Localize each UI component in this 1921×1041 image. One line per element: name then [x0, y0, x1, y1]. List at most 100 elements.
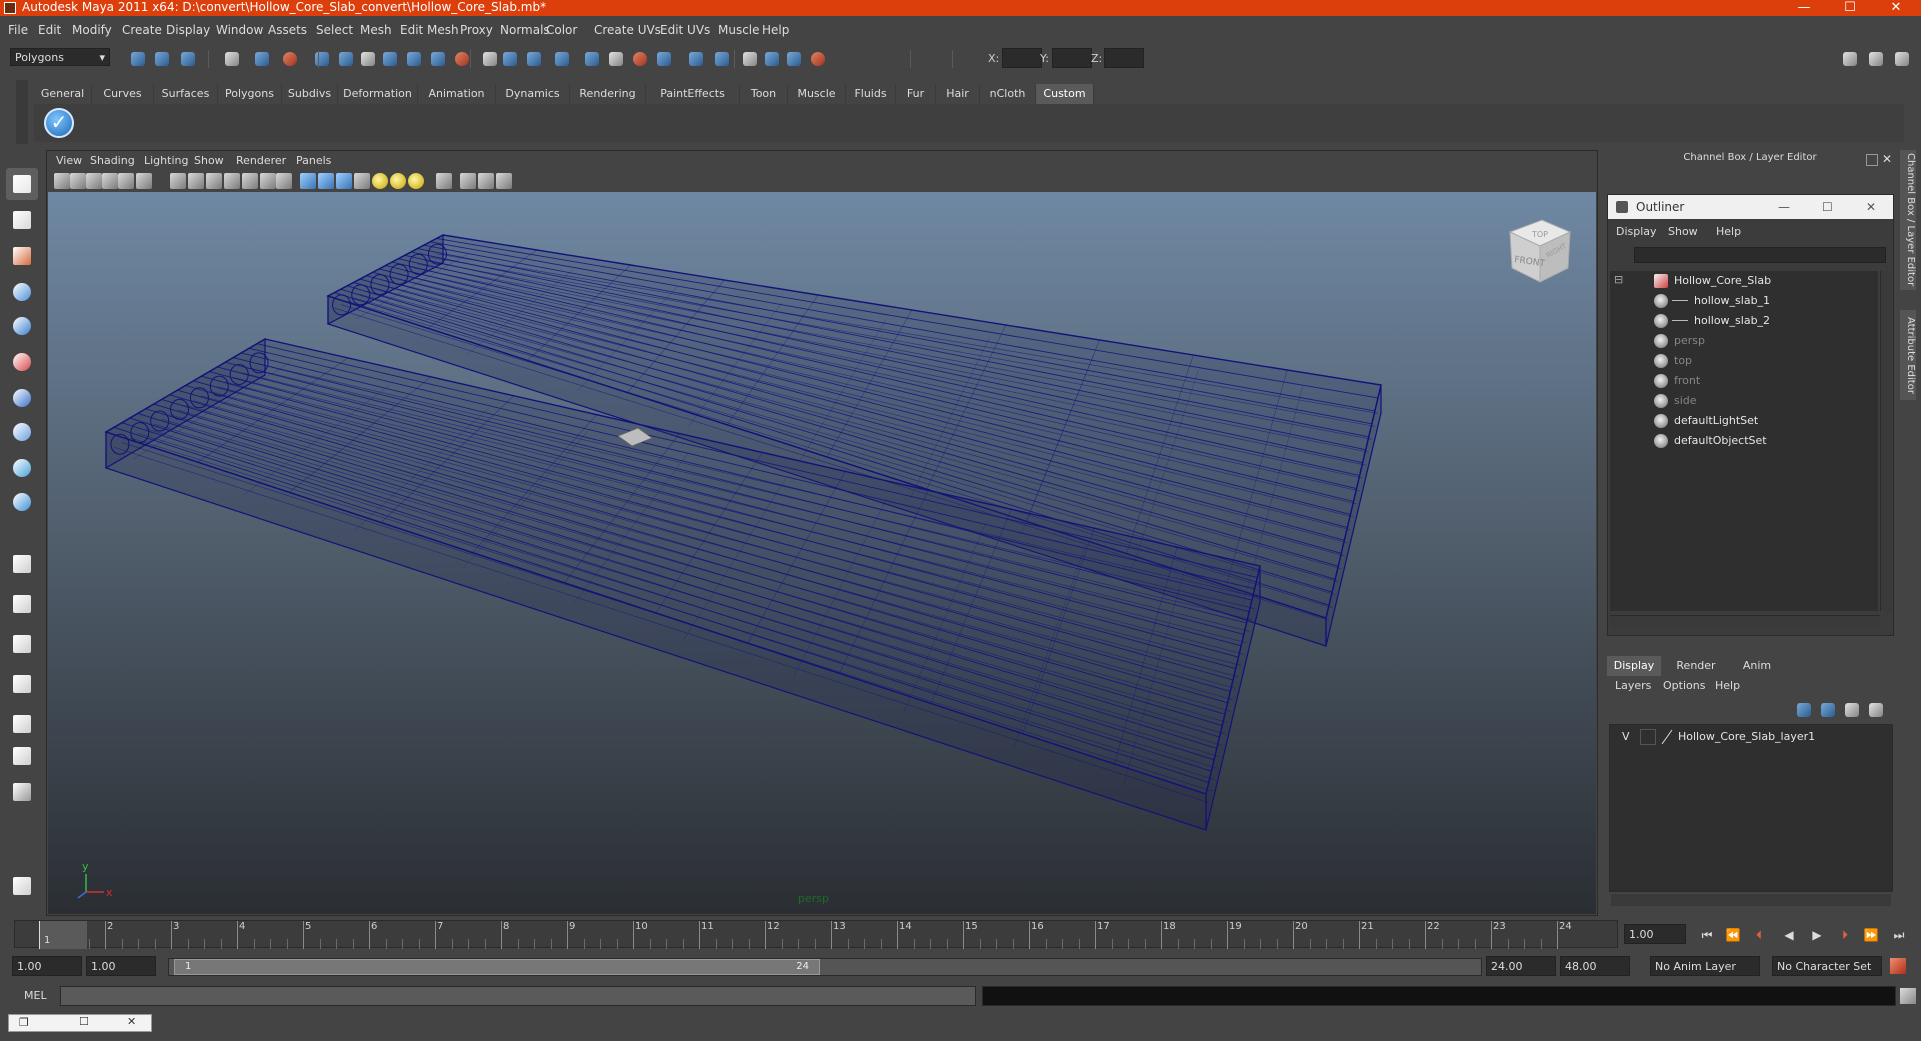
snap-point-icon[interactable]	[358, 49, 378, 69]
shelf-tab-toon[interactable]: Toon	[740, 84, 788, 104]
close-panel-icon[interactable]: ✕	[1882, 152, 1894, 166]
input-ops-icon[interactable]	[552, 49, 572, 69]
select-tool-icon[interactable]	[6, 168, 38, 200]
new-scene-icon[interactable]	[128, 49, 148, 69]
outliner-item[interactable]: hollow_slab_2	[1610, 311, 1878, 331]
shelf-tab-animation[interactable]: Animation	[418, 84, 496, 104]
show-manip-icon[interactable]	[6, 486, 38, 518]
menu-mesh[interactable]: Mesh	[360, 23, 392, 37]
maximize-button[interactable]: ☐	[1827, 0, 1873, 16]
playback-start-field[interactable]: 1.00	[86, 956, 156, 976]
layer-horizontal-scrollbar[interactable]	[1611, 894, 1891, 906]
scale-tool-icon[interactable]	[6, 382, 38, 414]
two-d-pan-icon[interactable]	[118, 173, 134, 189]
open-scene-icon[interactable]	[152, 49, 172, 69]
outliner-horizontal-scrollbar[interactable]	[1610, 615, 1880, 629]
outliner-item[interactable]: front	[1610, 371, 1878, 391]
grease-pencil-icon[interactable]	[136, 173, 152, 189]
current-time-marker[interactable]: 1	[39, 921, 87, 949]
menu-assets[interactable]: Assets	[268, 23, 307, 37]
menu-edit[interactable]: Edit	[38, 23, 61, 37]
use-all-lights-icon[interactable]	[372, 173, 388, 189]
select-by-name-icon[interactable]	[654, 49, 674, 69]
help-icon[interactable]	[524, 49, 544, 69]
side-tab-channel-box[interactable]: Channel Box / Layer Editor	[1900, 150, 1916, 290]
viewport-menu-renderer[interactable]: Renderer	[236, 154, 286, 167]
menu-create[interactable]: Create	[122, 23, 162, 37]
step-forward-frame-icon[interactable]: ⏵	[1834, 926, 1856, 944]
close-button[interactable]: ✕	[1873, 0, 1919, 16]
isolate-select-icon[interactable]	[436, 173, 452, 189]
layer-tab-render[interactable]: Render	[1663, 656, 1729, 676]
outliner-item[interactable]: defaultObjectSet	[1610, 431, 1878, 451]
layer-menu-options[interactable]: Options	[1663, 679, 1705, 692]
menu-muscle[interactable]: Muscle	[718, 23, 760, 37]
select-object-icon[interactable]	[252, 49, 272, 69]
layer-menu-help[interactable]: Help	[1715, 679, 1740, 692]
outliner-item[interactable]: defaultLightSet	[1610, 411, 1878, 431]
output-ops-icon[interactable]	[582, 49, 602, 69]
new-layer-icon[interactable]	[1794, 700, 1814, 720]
mode-dropdown[interactable]: Polygons ▾	[10, 48, 110, 66]
help-icon[interactable]	[6, 870, 38, 902]
shelf-tab-rendering[interactable]: Rendering	[570, 84, 646, 104]
time-slider[interactable]: 1234567891011121314151617181920212223241	[14, 920, 1618, 949]
menu-edit-mesh[interactable]: Edit Mesh	[400, 23, 459, 37]
float-panel-icon[interactable]	[1866, 154, 1878, 166]
layer-row[interactable]: V Hollow_Core_Slab_layer1	[1610, 727, 1894, 747]
viewcube[interactable]: TOP FRONT RIGHT	[1500, 210, 1580, 290]
menu-window[interactable]: Window	[216, 23, 263, 37]
soft-mod-icon[interactable]	[6, 452, 38, 484]
outliner-item[interactable]: side	[1610, 391, 1878, 411]
outliner-close-button[interactable]: ✕	[1866, 195, 1876, 219]
outliner-menu-help[interactable]: Help	[1716, 225, 1741, 238]
bookmark-icon[interactable]	[86, 173, 102, 189]
smooth-shade-icon[interactable]	[318, 173, 334, 189]
show-hud-icon[interactable]	[606, 49, 626, 69]
shelf-handle[interactable]	[16, 80, 28, 144]
maximize-icon[interactable]: ☐	[79, 1015, 89, 1028]
outliner-menu-display[interactable]: Display	[1616, 225, 1657, 238]
minimized-window[interactable]: ❐ ☐ ✕	[8, 1014, 152, 1032]
x-coord-field[interactable]	[1002, 48, 1042, 68]
range-slider-handle[interactable]: 1 24	[174, 959, 820, 975]
wireframe-on-shaded-icon[interactable]	[336, 173, 352, 189]
menu-edit-uvs[interactable]: Edit UVs	[660, 23, 710, 37]
hypershade-layout-icon[interactable]	[6, 708, 38, 740]
snap-plane-icon[interactable]	[380, 49, 400, 69]
ipr-render-icon[interactable]	[480, 49, 500, 69]
render-current-icon[interactable]	[452, 49, 472, 69]
gate-mask-icon[interactable]	[224, 173, 240, 189]
single-view-layout-icon[interactable]	[6, 548, 38, 580]
four-view-layout-icon[interactable]	[6, 588, 38, 620]
outliner-filter-input[interactable]	[1634, 247, 1886, 263]
perspective-viewport[interactable]: persp y x TOP FRONT RIGHT	[48, 192, 1596, 914]
menu-file[interactable]: File	[8, 23, 28, 37]
shelf-tab-dynamics[interactable]: Dynamics	[496, 84, 570, 104]
viewport-menu-show[interactable]: Show	[194, 154, 224, 167]
z-coord-field[interactable]	[1104, 48, 1144, 68]
shadows-icon[interactable]	[390, 173, 406, 189]
go-to-end-icon[interactable]: ⏭	[1888, 926, 1910, 944]
script-editor-icon[interactable]	[1900, 988, 1916, 1004]
make-live-icon[interactable]	[404, 49, 424, 69]
snap-view-icon[interactable]	[630, 49, 650, 69]
construction-history-icon[interactable]	[428, 49, 448, 69]
resolution-gate-icon[interactable]	[206, 173, 222, 189]
anim-layer-dropdown[interactable]: No Anim Layer	[1650, 956, 1760, 976]
shelf-tab-painteffects[interactable]: PaintEffects	[646, 84, 740, 104]
shelf-tab-custom[interactable]: Custom	[1036, 84, 1094, 104]
checkmark-icon[interactable]: ✓	[44, 108, 74, 138]
show-channel-box-icon[interactable]	[1840, 49, 1860, 69]
select-component-icon[interactable]	[280, 49, 300, 69]
move-tool-icon[interactable]	[6, 310, 38, 342]
close-icon[interactable]: ✕	[127, 1015, 136, 1028]
outliner-item[interactable]: hollow_slab_1	[1610, 291, 1878, 311]
move-down-layer-icon[interactable]	[1866, 700, 1886, 720]
viewport-menu-view[interactable]: View	[56, 154, 82, 167]
more-layouts-icon[interactable]	[6, 776, 38, 808]
shelf-tab-deformation[interactable]: Deformation	[338, 84, 418, 104]
uv-layout-icon[interactable]	[6, 740, 38, 772]
go-to-start-icon[interactable]: ⏮	[1696, 926, 1718, 944]
hypershade-icon-vp[interactable]	[496, 173, 512, 189]
